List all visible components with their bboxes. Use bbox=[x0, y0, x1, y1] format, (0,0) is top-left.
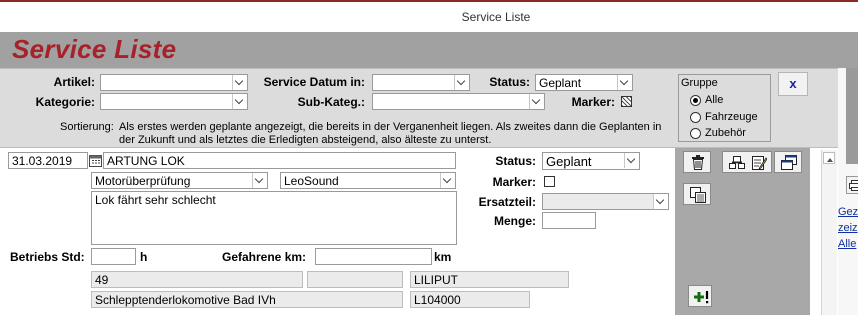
right-link-1[interactable]: Gez bbox=[838, 206, 858, 218]
app-title: Service Liste bbox=[12, 34, 177, 64]
duplicate-icon bbox=[690, 187, 706, 203]
ersatzteil-combo[interactable] bbox=[542, 193, 669, 210]
window-top-border bbox=[0, 0, 858, 2]
record-scrollbar[interactable] bbox=[821, 150, 837, 315]
trash-icon bbox=[692, 155, 704, 170]
print-icon bbox=[849, 180, 858, 191]
window-icon bbox=[781, 155, 797, 170]
close-filter-button[interactable]: x bbox=[778, 72, 808, 96]
blank-readonly-field bbox=[307, 271, 403, 288]
sub-kateg-combo[interactable] bbox=[372, 93, 545, 110]
edit-icon bbox=[752, 156, 767, 170]
menge-field[interactable] bbox=[542, 212, 596, 229]
artikel-label: Artikel: bbox=[53, 75, 95, 89]
radio-fahrzeuge-label: Fahrzeuge bbox=[705, 111, 758, 123]
model-number-value: L104000 bbox=[414, 293, 461, 307]
sub-kateg-label: Sub-Kateg.: bbox=[297, 95, 365, 109]
radio-alle[interactable] bbox=[690, 95, 701, 106]
brand-value: LILIPUT bbox=[414, 273, 459, 287]
right-link-3[interactable]: Alle bbox=[838, 238, 858, 250]
chevron-down-icon[interactable] bbox=[617, 75, 632, 90]
supplier-value: LeoSound bbox=[284, 174, 339, 188]
kategorie-label: Kategorie: bbox=[35, 95, 95, 109]
betriebs-label: Betriebs Std: bbox=[10, 250, 85, 264]
sort-description-line1: Als erstes werden geplante angezeigt, di… bbox=[119, 121, 662, 133]
title-field[interactable]: ARTUNG LOK bbox=[103, 152, 456, 169]
record-status-combo[interactable]: Geplant bbox=[542, 152, 640, 170]
service-datum-combo[interactable] bbox=[372, 74, 470, 91]
radio-alle-label: Alle bbox=[705, 94, 724, 106]
chevron-down-icon[interactable] bbox=[232, 94, 247, 109]
group-title: Gruppe bbox=[681, 77, 718, 89]
filter-status-combo[interactable]: Geplant bbox=[535, 74, 633, 91]
type-value: Motorüberprüfung bbox=[95, 174, 191, 188]
chevron-down-icon[interactable] bbox=[624, 153, 639, 168]
radio-zubehoer-label: Zubehör bbox=[705, 127, 746, 139]
chevron-down-icon[interactable] bbox=[454, 75, 469, 90]
betriebs-unit: h bbox=[140, 250, 148, 264]
description-value: Lok fährt sehr schlecht bbox=[95, 193, 216, 207]
scroll-up-arrow[interactable] bbox=[823, 152, 835, 164]
ersatzteil-label: Ersatzteil: bbox=[478, 195, 536, 209]
menge-label: Menge: bbox=[494, 214, 536, 228]
chevron-down-icon[interactable] bbox=[653, 194, 668, 209]
model-name-field: Schlepptenderlokomotive Bad IVh bbox=[91, 291, 403, 308]
chevron-down-icon[interactable] bbox=[232, 75, 247, 90]
record-marker-checkbox[interactable] bbox=[544, 176, 555, 187]
model-name-value: Schlepptenderlokomotive Bad IVh bbox=[95, 293, 276, 307]
record-status-value: Geplant bbox=[546, 154, 592, 169]
filter-status-value: Geplant bbox=[539, 76, 582, 90]
add-record-icon bbox=[694, 291, 709, 304]
view-button[interactable] bbox=[774, 151, 802, 173]
number-value: 49 bbox=[95, 273, 109, 287]
right-panel-header bbox=[846, 68, 858, 164]
title-value: ARTUNG LOK bbox=[107, 154, 185, 168]
model-number-field: L104000 bbox=[410, 291, 530, 308]
kategorie-combo[interactable] bbox=[100, 93, 248, 110]
window-title: Service Liste bbox=[461, 10, 531, 24]
service-datum-label: Service Datum in: bbox=[263, 75, 365, 89]
sort-label: Sortierung: bbox=[60, 121, 114, 133]
type-combo[interactable]: Motorüberprüfung bbox=[91, 172, 268, 189]
filter-marker-label: Marker: bbox=[571, 95, 615, 109]
sort-description-line2: der Zukunft und als letztes die Erledigt… bbox=[119, 134, 492, 146]
filter-marker-checkbox[interactable] bbox=[621, 96, 632, 107]
brand-field: LILIPUT bbox=[410, 271, 569, 288]
right-link-2[interactable]: zeiz bbox=[838, 222, 858, 234]
copy-edit-button[interactable] bbox=[722, 151, 772, 173]
artikel-combo[interactable] bbox=[100, 74, 248, 91]
print-button[interactable] bbox=[846, 176, 858, 194]
add-record-button[interactable] bbox=[688, 285, 712, 307]
km-label: Gefahrene km: bbox=[222, 250, 307, 264]
radio-fahrzeuge[interactable] bbox=[690, 112, 701, 123]
supplier-combo[interactable]: LeoSound bbox=[280, 172, 456, 189]
radio-zubehoer[interactable] bbox=[690, 128, 701, 139]
record-marker-label: Marker: bbox=[492, 175, 536, 189]
calendar-icon[interactable] bbox=[89, 154, 102, 167]
chevron-down-icon[interactable] bbox=[252, 173, 267, 188]
km-field[interactable] bbox=[315, 248, 432, 265]
number-field: 49 bbox=[91, 271, 303, 288]
delete-button[interactable] bbox=[683, 151, 711, 173]
km-unit: km bbox=[434, 250, 452, 264]
copy-icon bbox=[729, 156, 745, 169]
description-textarea[interactable]: Lok fährt sehr schlecht bbox=[91, 191, 457, 245]
record-status-label: Status: bbox=[495, 154, 536, 168]
chevron-down-icon[interactable] bbox=[440, 173, 455, 188]
duplicate-button[interactable] bbox=[683, 183, 711, 205]
betriebs-field[interactable] bbox=[91, 248, 136, 265]
date-value: 31.03.2019 bbox=[12, 154, 73, 168]
filter-status-label: Status: bbox=[489, 75, 530, 89]
date-field[interactable]: 31.03.2019 bbox=[8, 152, 88, 169]
sort-description: Als erstes werden geplante angezeigt, di… bbox=[119, 121, 669, 147]
